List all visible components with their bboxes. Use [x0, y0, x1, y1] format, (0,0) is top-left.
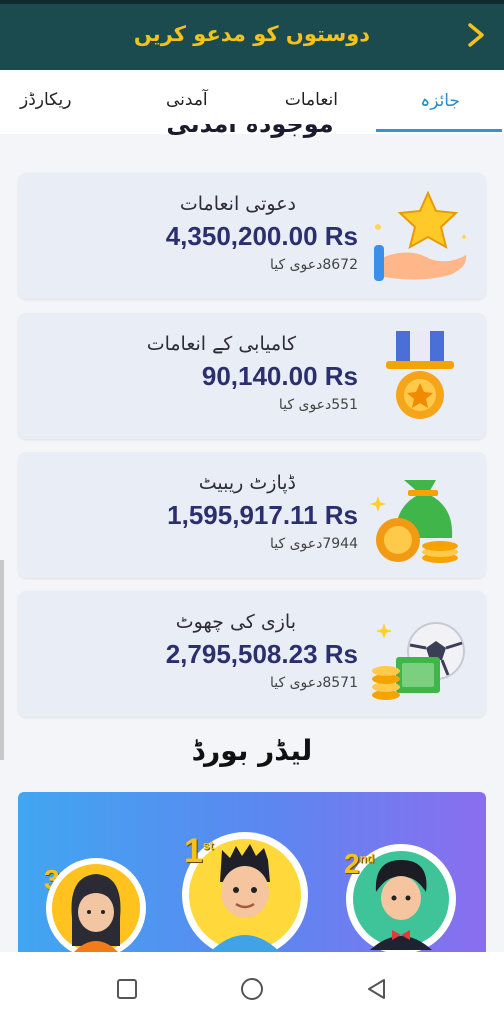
- rank-label-2: 2nd: [344, 848, 375, 879]
- card-claimed-count: 8571دعوی کیا: [269, 675, 358, 691]
- leaderboard-title: لیڈر بورڈ: [191, 734, 313, 767]
- card-amount: 90,140.00 Rs: [201, 361, 358, 391]
- tab-records[interactable]: ریکارڈز: [20, 90, 72, 110]
- medal-icon: [386, 331, 454, 419]
- card-title: دعوتی انعامات: [179, 193, 296, 215]
- recent-apps-icon[interactable]: [114, 976, 140, 1002]
- reward-card-deposit[interactable]: ڈپازٹ ریبیٹ 1,595,917.11 Rs 7944دعوی کیا: [18, 452, 486, 578]
- scrollbar[interactable]: [0, 560, 4, 760]
- card-title: کامیابی کے انعامات: [146, 333, 296, 355]
- chevron-right-icon[interactable]: [464, 20, 490, 50]
- header-bar: دوستوں کو مدعو کریں: [0, 4, 504, 70]
- reward-card-betting[interactable]: بازی کی چھوٹ 2,795,508.23 Rs 8571دعوی کی…: [18, 591, 486, 717]
- card-claimed-count: 551دعوی کیا: [278, 397, 358, 413]
- tab-rewards[interactable]: انعامات: [285, 90, 338, 110]
- reward-card-achievement[interactable]: کامیابی کے انعامات 90,140.00 Rs 551دعوی …: [18, 313, 486, 439]
- money-bag-icon: [370, 480, 458, 563]
- card-claimed-count: 8672دعوی کیا: [269, 257, 358, 273]
- active-tab-indicator: [376, 129, 502, 132]
- page-title: دوستوں کو مدعو کریں: [133, 22, 371, 46]
- tab-overview[interactable]: جائزہ: [420, 90, 460, 111]
- card-amount: 1,595,917.11 Rs: [167, 500, 358, 530]
- avatar-third[interactable]: [44, 856, 148, 952]
- card-title: ڈپازٹ ریبیٹ: [198, 472, 296, 494]
- home-icon[interactable]: [239, 976, 265, 1002]
- tab-income[interactable]: آمدنی: [166, 90, 208, 110]
- section-heading-text: موجودہ آمدنی: [166, 124, 334, 138]
- back-icon[interactable]: [364, 976, 390, 1002]
- section-heading: موجودہ آمدنی: [150, 124, 350, 152]
- star-hand-icon: [374, 190, 467, 281]
- system-nav-bar: [0, 952, 504, 1024]
- football-cash-icon: [372, 622, 465, 700]
- card-claimed-count: 7944دعوی کیا: [269, 536, 358, 552]
- reward-card-invite[interactable]: دعوتی انعامات 4,350,200.00 Rs 8672دعوی ک…: [18, 173, 486, 299]
- card-amount: 4,350,200.00 Rs: [165, 221, 358, 251]
- card-amount: 2,795,508.23 Rs: [165, 639, 358, 669]
- card-title: بازی کی چھوٹ: [175, 611, 296, 633]
- rank-label-1: 1st: [184, 832, 214, 870]
- leaderboard-panel: 3rd 1st 2nd: [18, 792, 486, 952]
